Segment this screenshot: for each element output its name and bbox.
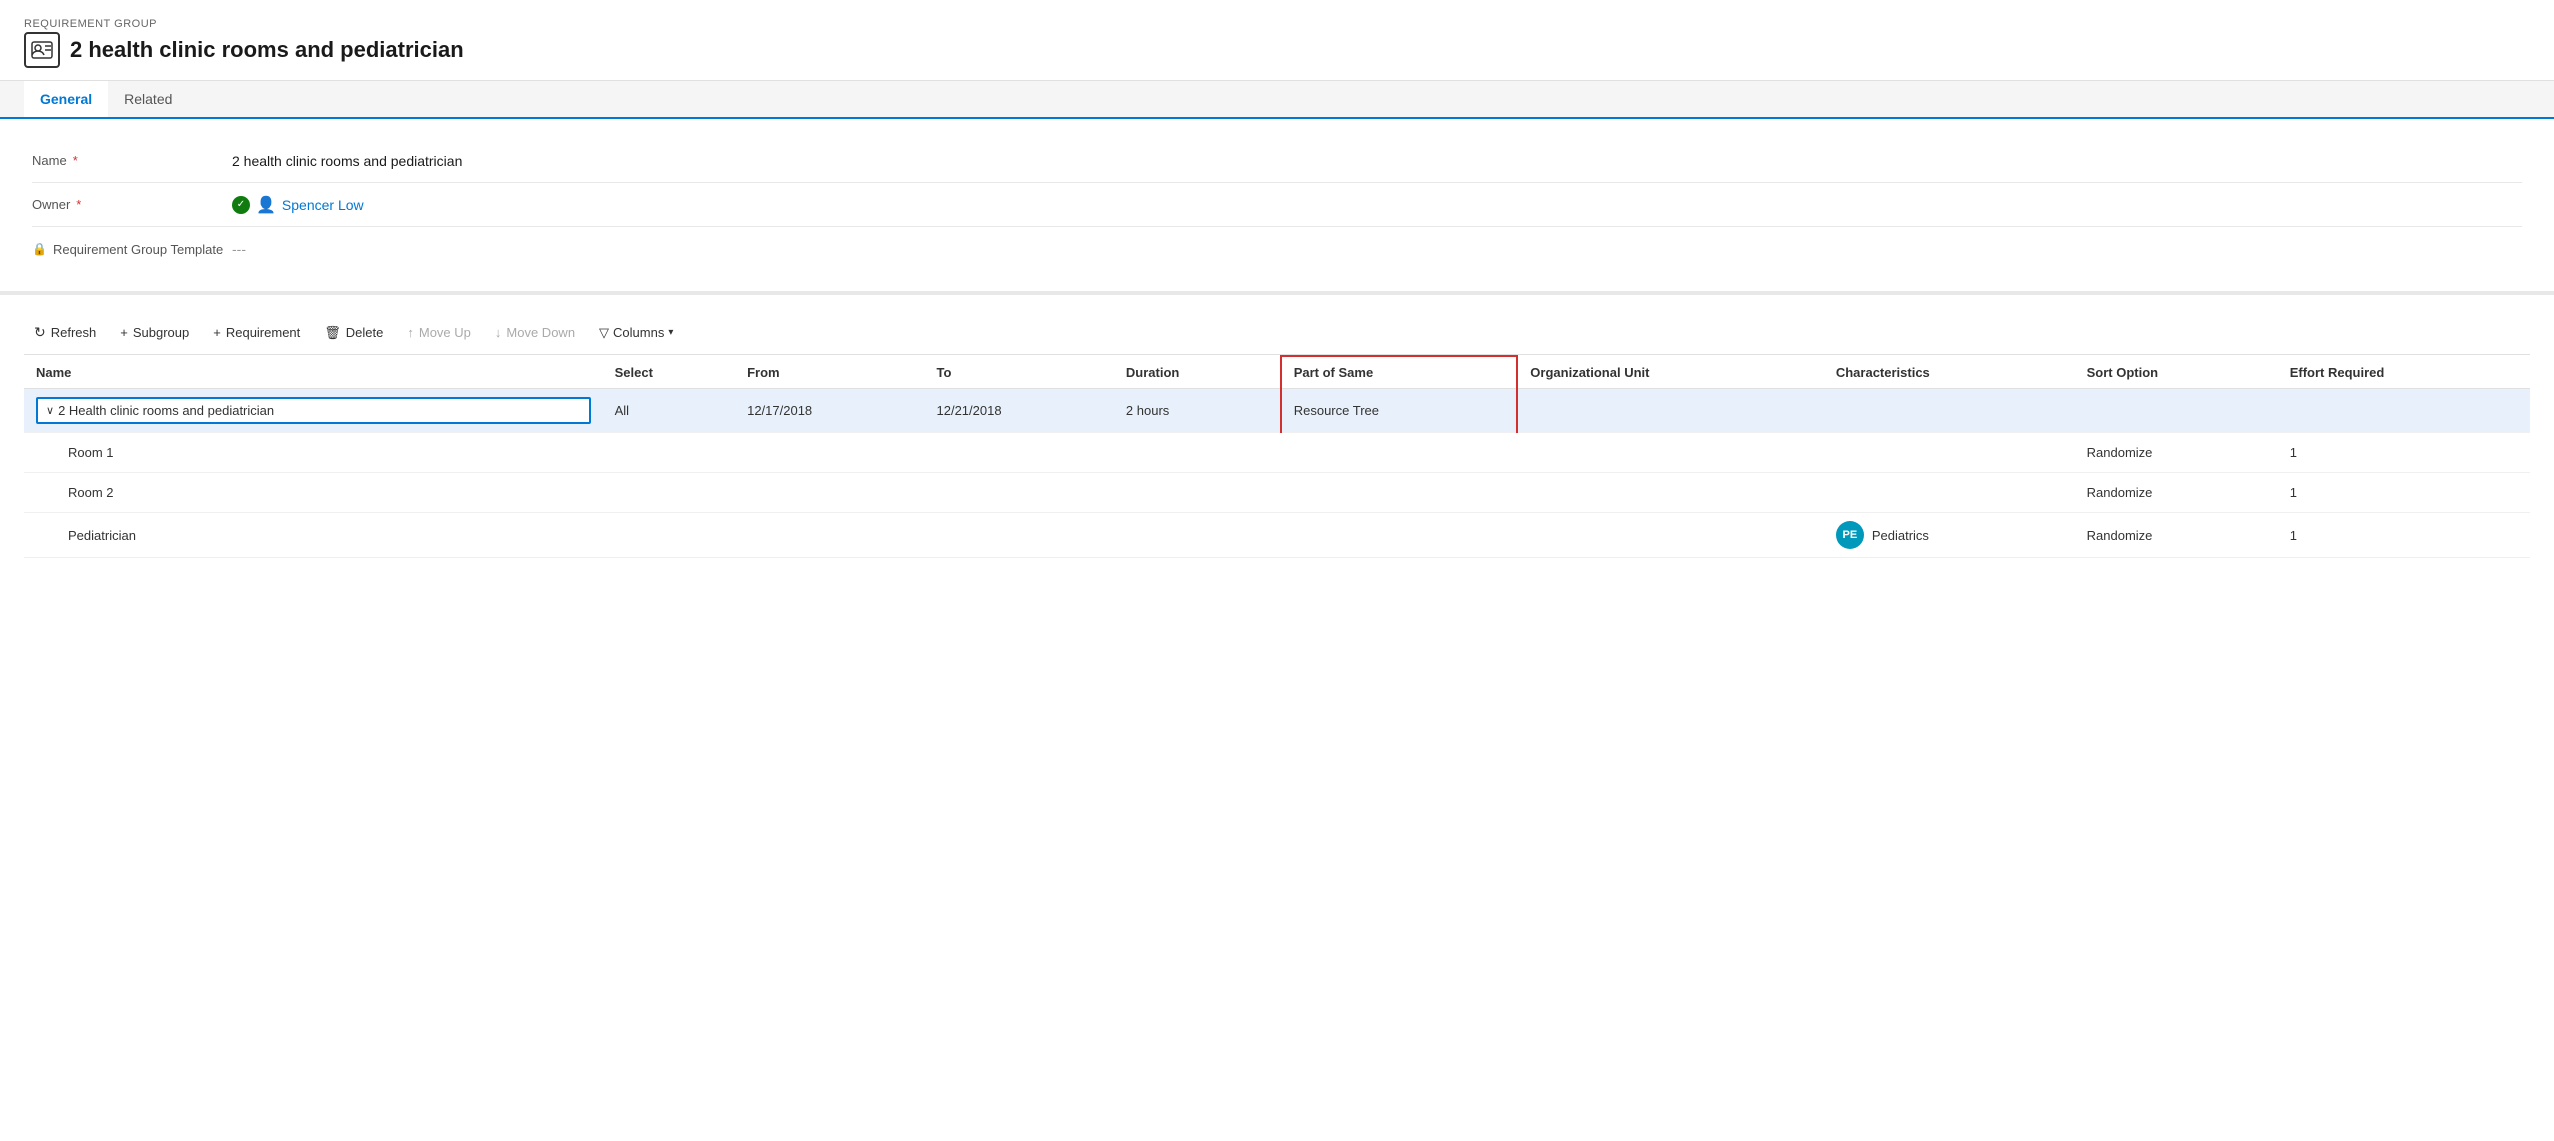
row-org-unit-cell <box>1517 389 1824 433</box>
row-duration-cell: 2 hours <box>1114 389 1281 433</box>
row-effort-cell: 1 <box>2278 473 2530 513</box>
subgrid-section: ↻ Refresh + Subgroup + Requirement 🗑 Del… <box>0 295 2554 574</box>
row-part-of-same-cell <box>1281 513 1518 558</box>
entity-icon <box>24 32 60 68</box>
row-to-cell <box>925 433 1114 473</box>
subgroup-button[interactable]: + Subgroup <box>110 320 199 345</box>
row-from-cell <box>735 433 924 473</box>
expand-icon: ∨ <box>46 404 54 417</box>
characteristics-badge: PE <box>1836 521 1864 549</box>
name-required-star: * <box>73 153 78 168</box>
row-select-cell <box>603 473 735 513</box>
requirements-table: Name Select From To Duration Part of Sam… <box>24 355 2530 558</box>
requirement-button[interactable]: + Requirement <box>203 320 310 345</box>
col-header-from: From <box>735 356 924 389</box>
owner-label: Owner * <box>32 197 232 212</box>
row-part-of-same-cell: Resource Tree <box>1281 389 1518 433</box>
col-header-duration: Duration <box>1114 356 1281 389</box>
row-to-cell: 12/21/2018 <box>925 389 1114 433</box>
subgrid-toolbar: ↻ Refresh + Subgroup + Requirement 🗑 Del… <box>24 311 2530 355</box>
table-row[interactable]: Pediatrician PE Pediatrics Randomize 1 <box>24 513 2530 558</box>
row-select-cell: All <box>603 389 735 433</box>
page-title: 2 health clinic rooms and pediatrician <box>24 32 2530 68</box>
row-characteristics-cell: PE Pediatrics <box>1824 513 2075 558</box>
columns-button[interactable]: ▽ Columns ▾ <box>589 320 683 346</box>
row-name-cell[interactable]: Room 1 <box>24 433 603 473</box>
row-org-unit-cell <box>1517 433 1824 473</box>
tab-general[interactable]: General <box>24 81 108 119</box>
row-effort-cell: 1 <box>2278 433 2530 473</box>
refresh-button[interactable]: ↻ Refresh <box>24 319 106 346</box>
title-text: 2 health clinic rooms and pediatrician <box>70 37 464 63</box>
row-duration-cell <box>1114 473 1281 513</box>
col-header-part-of-same: Part of Same <box>1281 356 1518 389</box>
name-value[interactable]: 2 health clinic rooms and pediatrician <box>232 153 2522 169</box>
move-down-button[interactable]: ↓ Move Down <box>485 320 585 345</box>
row-sort-option-cell: Randomize <box>2075 473 2278 513</box>
row-name-cell[interactable]: Room 2 <box>24 473 603 513</box>
row-characteristics-cell <box>1824 433 2075 473</box>
owner-person-icon: 👤 <box>256 195 276 215</box>
row-to-cell <box>925 513 1114 558</box>
add-subgroup-icon: + <box>120 325 128 340</box>
move-up-button[interactable]: ↑ Move Up <box>397 320 481 345</box>
form-row-template: 🔒 Requirement Group Template --- <box>32 227 2522 271</box>
row-sort-option-cell: Randomize <box>2075 433 2278 473</box>
row-org-unit-cell <box>1517 513 1824 558</box>
entity-type-label: REQUIREMENT GROUP <box>24 18 2530 30</box>
form-row-name: Name * 2 health clinic rooms and pediatr… <box>32 139 2522 183</box>
template-label: 🔒 Requirement Group Template <box>32 242 232 257</box>
col-header-name: Name <box>24 356 603 389</box>
form-section: Name * 2 health clinic rooms and pediatr… <box>0 119 2554 295</box>
col-header-org-unit: Organizational Unit <box>1517 356 1824 389</box>
lock-icon: 🔒 <box>32 242 47 256</box>
owner-link[interactable]: Spencer Low <box>282 197 2522 213</box>
row-characteristics-cell <box>1824 389 2075 433</box>
row-from-cell <box>735 473 924 513</box>
row-to-cell <box>925 473 1114 513</box>
row-sort-option-cell <box>2075 389 2278 433</box>
row-characteristics-cell <box>1824 473 2075 513</box>
row-name-cell[interactable]: ∨ 2 Health clinic rooms and pediatrician <box>24 389 603 433</box>
owner-status-icon: ✓ <box>232 196 250 214</box>
owner-required-star: * <box>76 197 81 212</box>
tabs-bar: General Related <box>0 81 2554 119</box>
add-requirement-icon: + <box>213 325 221 340</box>
row-effort-cell: 1 <box>2278 513 2530 558</box>
columns-filter-icon: ▽ <box>599 325 609 341</box>
row-select-cell <box>603 513 735 558</box>
form-row-owner: Owner * ✓ 👤 Spencer Low <box>32 183 2522 227</box>
owner-value: ✓ 👤 Spencer Low <box>232 195 2522 215</box>
row-from-cell: 12/17/2018 <box>735 389 924 433</box>
row-from-cell <box>735 513 924 558</box>
row-effort-cell <box>2278 389 2530 433</box>
characteristics-label: Pediatrics <box>1872 528 1929 543</box>
row-duration-cell <box>1114 433 1281 473</box>
row-sort-option-cell: Randomize <box>2075 513 2278 558</box>
row-name-cell[interactable]: Pediatrician <box>24 513 603 558</box>
move-down-icon: ↓ <box>495 325 502 340</box>
delete-icon: 🗑 <box>324 325 341 341</box>
columns-chevron-icon: ▾ <box>668 327 673 338</box>
col-header-select: Select <box>603 356 735 389</box>
delete-button[interactable]: 🗑 Delete <box>314 320 393 346</box>
header-section: REQUIREMENT GROUP 2 health clinic rooms … <box>0 0 2554 81</box>
row-part-of-same-cell <box>1281 433 1518 473</box>
table-row[interactable]: Room 1 Randomize 1 <box>24 433 2530 473</box>
row-duration-cell <box>1114 513 1281 558</box>
col-header-to: To <box>925 356 1114 389</box>
template-value[interactable]: --- <box>232 241 2522 257</box>
row-org-unit-cell <box>1517 473 1824 513</box>
move-up-icon: ↑ <box>407 325 414 340</box>
col-header-effort-required: Effort Required <box>2278 356 2530 389</box>
table-row[interactable]: ∨ 2 Health clinic rooms and pediatrician… <box>24 389 2530 433</box>
col-header-characteristics: Characteristics <box>1824 356 2075 389</box>
row-part-of-same-cell <box>1281 473 1518 513</box>
refresh-icon: ↻ <box>34 324 46 341</box>
row-select-cell <box>603 433 735 473</box>
col-header-sort-option: Sort Option <box>2075 356 2278 389</box>
name-label: Name * <box>32 153 232 168</box>
table-row[interactable]: Room 2 Randomize 1 <box>24 473 2530 513</box>
tab-related[interactable]: Related <box>108 81 188 119</box>
